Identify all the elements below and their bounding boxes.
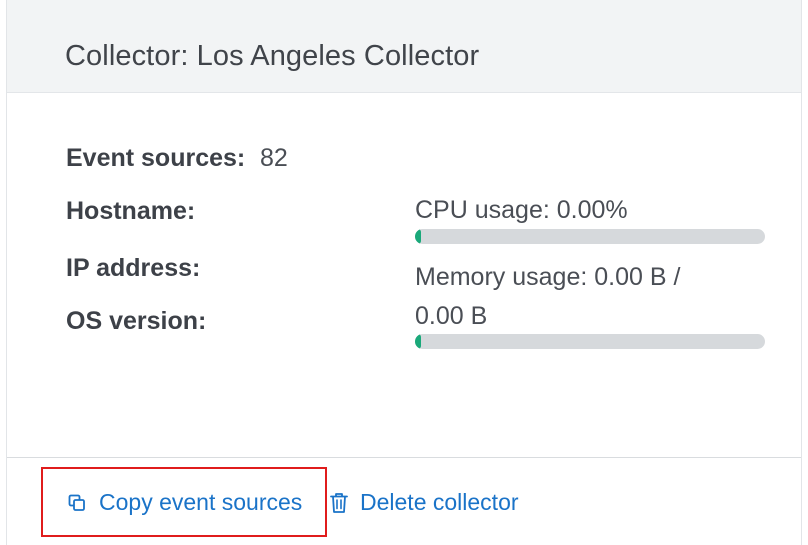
copy-icon (68, 494, 85, 511)
collector-title: Collector: Los Angeles Collector (65, 40, 480, 72)
memory-usage-value: 0.00 B (415, 302, 488, 330)
delete-collector-button[interactable]: Delete collector (330, 489, 519, 516)
collector-card: Collector: Los Angeles Collector Event s… (6, 0, 802, 545)
memory-usage-bar (415, 334, 765, 349)
event-sources-label: Event sources: (66, 144, 246, 172)
hostname-label: Hostname: (66, 197, 196, 225)
cpu-usage-fill (415, 229, 421, 244)
event-sources-value: 82 (260, 144, 288, 172)
copy-event-sources-label: Copy event sources (99, 489, 303, 515)
memory-usage-fill (415, 334, 421, 349)
card-header: Collector: Los Angeles Collector (7, 0, 801, 93)
os-version-label: OS version: (66, 307, 207, 335)
copy-event-sources-button[interactable]: Copy event sources (67, 489, 302, 516)
cpu-usage-bar (415, 229, 765, 244)
ip-address-label: IP address: (66, 254, 201, 282)
memory-usage-label: Memory usage: 0.00 B / (415, 263, 681, 291)
trash-icon (330, 492, 348, 513)
card-footer: Copy event sources Delete collector (7, 457, 801, 545)
cpu-usage-label: CPU usage: 0.00% (415, 196, 628, 224)
delete-collector-label: Delete collector (360, 489, 519, 515)
